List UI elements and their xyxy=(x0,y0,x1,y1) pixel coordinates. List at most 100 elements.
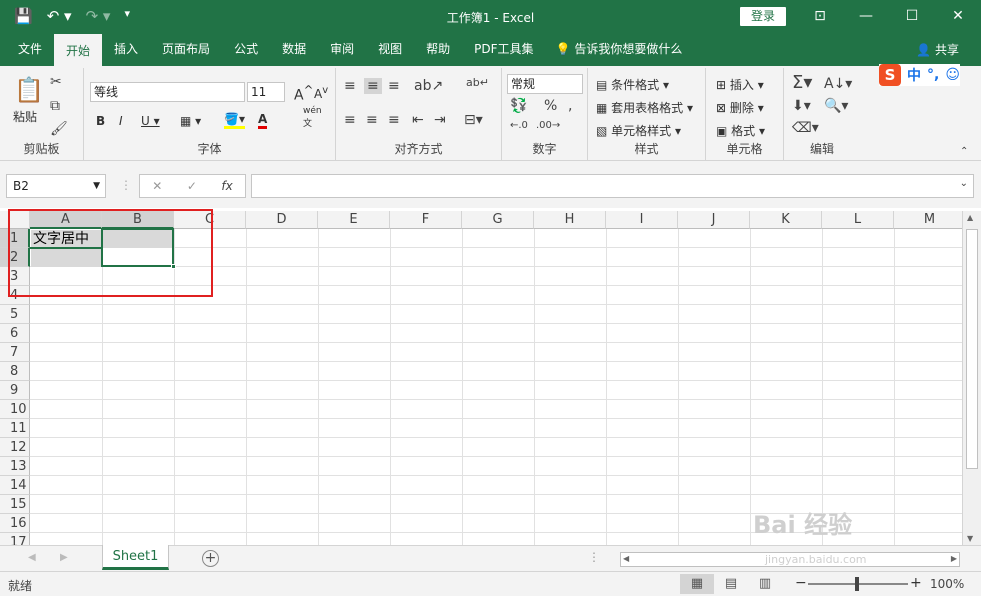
vertical-scrollbar[interactable]: ▲ ▼ xyxy=(962,211,981,545)
login-button[interactable]: 登录 xyxy=(740,7,786,26)
cancel-icon[interactable]: ✕ xyxy=(152,179,162,193)
paste-icon[interactable]: 📋 xyxy=(14,76,44,104)
scroll-up-icon[interactable]: ▲ xyxy=(967,213,973,222)
tab-view[interactable]: 视图 xyxy=(366,34,414,66)
formula-input[interactable]: ⌄ xyxy=(251,174,974,198)
font-color-icon[interactable]: A xyxy=(258,112,268,129)
column-header-l[interactable]: L xyxy=(822,211,894,229)
underline-icon[interactable]: U ▾ xyxy=(141,114,160,128)
name-box[interactable]: B2 ▼ xyxy=(6,174,106,198)
fill-color-icon[interactable]: 🪣▾ xyxy=(224,112,245,129)
page-break-view-icon[interactable]: ▥ xyxy=(748,574,782,594)
bold-icon[interactable]: B xyxy=(96,114,105,128)
row-header-6[interactable]: 6 xyxy=(0,324,30,343)
normal-view-icon[interactable]: ▦ xyxy=(680,574,714,594)
tell-me-search[interactable]: 💡 告诉我你想要做什么 xyxy=(546,34,695,66)
conditional-format-button[interactable]: ▤ 条件格式 ▾ xyxy=(596,76,669,93)
share-button[interactable]: 👤 共享 xyxy=(916,41,959,58)
column-header-c[interactable]: C xyxy=(174,211,246,229)
column-header-h[interactable]: H xyxy=(534,211,606,229)
row-header-14[interactable]: 14 xyxy=(0,476,30,495)
column-header-k[interactable]: K xyxy=(750,211,822,229)
column-header-f[interactable]: F xyxy=(390,211,462,229)
enter-icon[interactable]: ✓ xyxy=(187,179,197,193)
sheet-tab-sheet1[interactable]: Sheet1 xyxy=(102,545,169,570)
border-icon[interactable]: ▦ ▾ xyxy=(180,114,201,128)
autosum-icon[interactable]: Σ▾ xyxy=(792,72,812,93)
row-header-3[interactable]: 3 xyxy=(0,267,30,286)
paste-label[interactable]: 粘贴 xyxy=(13,108,37,125)
clear-icon[interactable]: ⌫▾ xyxy=(792,120,819,136)
decrease-decimal-icon[interactable]: .00→ xyxy=(536,120,560,131)
find-select-icon[interactable]: 🔍▾ xyxy=(824,98,848,114)
align-top-icon[interactable]: ≡ xyxy=(344,78,356,94)
zoom-in-button[interactable]: + xyxy=(910,575,922,591)
close-icon[interactable]: ✕ xyxy=(935,0,981,34)
increase-font-icon[interactable]: A^ xyxy=(294,83,313,104)
row-header-8[interactable]: 8 xyxy=(0,362,30,381)
fill-icon[interactable]: ⬇▾ xyxy=(792,98,811,114)
increase-decimal-icon[interactable]: ←.0 xyxy=(510,120,528,131)
format-painter-icon[interactable]: 🖌 xyxy=(50,121,68,137)
vertical-scroll-thumb[interactable] xyxy=(966,229,978,469)
column-header-d[interactable]: D xyxy=(246,211,318,229)
tab-pdf-tools[interactable]: PDF工具集 xyxy=(462,34,545,66)
scroll-right-icon[interactable]: ▶ xyxy=(951,554,957,563)
row-header-15[interactable]: 15 xyxy=(0,495,30,514)
font-name-select[interactable]: 等线 xyxy=(90,82,245,102)
cell-b1[interactable] xyxy=(103,230,173,248)
number-format-select[interactable]: 常规 xyxy=(507,74,583,94)
tab-data[interactable]: 数据 xyxy=(270,34,318,66)
accounting-format-icon[interactable]: 💱 xyxy=(510,98,527,114)
wrap-text-icon[interactable]: ab↵ xyxy=(466,76,489,89)
cell-a2[interactable] xyxy=(31,249,102,267)
decrease-indent-icon[interactable]: ⇤ xyxy=(412,112,424,128)
row-header-11[interactable]: 11 xyxy=(0,419,30,438)
percent-icon[interactable]: % xyxy=(544,98,557,114)
insert-cells-button[interactable]: ⊞ 插入 ▾ xyxy=(716,76,764,93)
insert-function-icon[interactable]: fx xyxy=(221,179,232,193)
column-header-b[interactable]: B xyxy=(102,211,174,229)
expand-formula-icon[interactable]: ⌄ xyxy=(960,178,968,189)
sheet-next-icon[interactable]: ▶ xyxy=(60,552,68,563)
phonetic-icon[interactable]: wén 文 xyxy=(303,106,322,129)
row-header-4[interactable]: 4 xyxy=(0,286,30,305)
zoom-slider-knob[interactable] xyxy=(855,577,859,591)
ribbon-display-icon[interactable]: ⊡ xyxy=(797,0,843,34)
align-bottom-icon[interactable]: ≡ xyxy=(388,78,400,94)
tab-home[interactable]: 开始 xyxy=(54,34,103,66)
tab-review[interactable]: 审阅 xyxy=(318,34,366,66)
row-header-17[interactable]: 17 xyxy=(0,533,30,545)
format-as-table-button[interactable]: ▦ 套用表格格式 ▾ xyxy=(596,99,693,116)
column-header-m[interactable]: M xyxy=(894,211,962,229)
column-header-e[interactable]: E xyxy=(318,211,390,229)
cell-a1[interactable]: 文字居中 xyxy=(31,230,102,248)
worksheet-grid[interactable]: A B C D E F G H I J K L M 1 2 3 4 5 6 7 8 9 10 11 12 13 14 15 16 17 文字… xyxy=(0,211,962,545)
ime-toolbar[interactable]: S 中 °, ☺ xyxy=(879,64,960,86)
tab-page-layout[interactable]: 页面布局 xyxy=(150,34,222,66)
scroll-left-icon[interactable]: ◀ xyxy=(623,554,629,563)
format-cells-button[interactable]: ▣ 格式 ▾ xyxy=(716,122,765,139)
tab-file[interactable]: 文件 xyxy=(6,34,54,66)
align-left-icon[interactable]: ≡ xyxy=(344,112,356,128)
tab-help[interactable]: 帮助 xyxy=(414,34,462,66)
decrease-font-icon[interactable]: Av xyxy=(314,85,328,101)
row-header-1[interactable]: 1 xyxy=(0,229,30,248)
sort-filter-icon[interactable]: A↓▾ xyxy=(824,76,852,92)
column-header-j[interactable]: J xyxy=(678,211,750,229)
minimize-icon[interactable]: — xyxy=(843,0,889,34)
add-sheet-button[interactable]: + xyxy=(202,550,219,567)
column-header-i[interactable]: I xyxy=(606,211,678,229)
row-header-7[interactable]: 7 xyxy=(0,343,30,362)
column-header-g[interactable]: G xyxy=(462,211,534,229)
comma-style-icon[interactable]: , xyxy=(568,98,572,114)
column-header-a[interactable]: A xyxy=(30,211,102,229)
align-center-icon[interactable]: ≡ xyxy=(366,112,378,128)
row-header-10[interactable]: 10 xyxy=(0,400,30,419)
collapse-ribbon-icon[interactable]: ⌃ xyxy=(960,146,968,157)
merge-center-icon[interactable]: ⊟▾ xyxy=(464,112,483,128)
tab-split-grip-icon[interactable]: ⋮ xyxy=(588,550,600,564)
tab-insert[interactable]: 插入 xyxy=(102,34,150,66)
align-right-icon[interactable]: ≡ xyxy=(388,112,400,128)
font-size-select[interactable]: 11 xyxy=(247,82,285,102)
